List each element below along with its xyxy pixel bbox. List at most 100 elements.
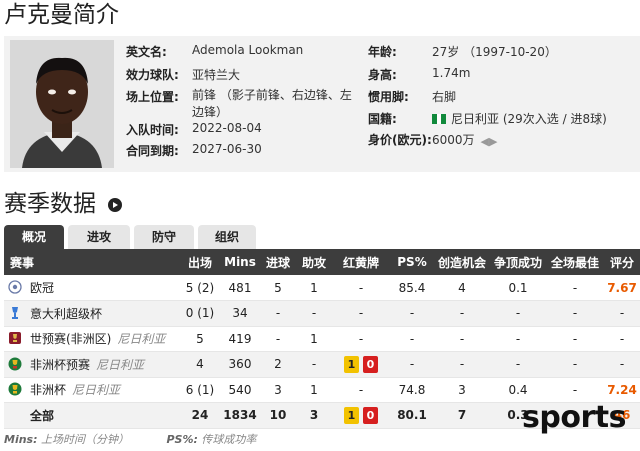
competition-name: 非洲杯 (30, 383, 67, 398)
mins-cell: 419 (220, 326, 260, 352)
red-card-badge: 0 (363, 406, 378, 424)
rating-cell: 7.24 (604, 377, 640, 403)
world-cup-qualifier-icon (9, 332, 21, 345)
apps-cell: 0 (1) (180, 300, 220, 327)
height-label: 身高: (368, 68, 397, 82)
col-competition: 赛事 (4, 249, 180, 275)
height-value: 1.74m (432, 66, 471, 80)
aerial-cell: - (490, 300, 546, 327)
motm-cell: - (546, 351, 604, 378)
aerial-cell: - (490, 326, 546, 352)
assists-cell: 1 (296, 377, 332, 403)
rating-cell: 7.67 (604, 275, 640, 301)
nationality-text: 尼日利亚 (29次入选 / 进8球) (451, 112, 607, 126)
apps-cell: 5 (2) (180, 275, 220, 301)
yellow-card-badge: 1 (344, 406, 359, 424)
pass-pct-cell: 85.4 (390, 275, 434, 301)
value-trend-icon[interactable]: ◀▶ (481, 135, 498, 148)
goals-cell: 2 (260, 351, 296, 378)
position-label: 场上位置: (126, 90, 179, 104)
aerial-cell: 0.1 (490, 275, 546, 301)
player-profile-card: 英文名: Ademola Lookman 效力球队: 亚特兰大 场上位置: 前锋… (4, 36, 640, 172)
pass-pct-cell: 74.8 (390, 377, 434, 403)
table-row: 非洲杯预赛 尼日利亚 4 360 2 - 10 - - - - - (4, 351, 640, 378)
competition-name: 非洲杯预赛 (30, 357, 91, 372)
table-row: 非洲杯 尼日利亚 6 (1) 540 3 1 - 74.8 3 0.4 - 7.2… (4, 377, 640, 403)
competition-cell[interactable]: 世预赛(非洲区) 尼日利亚 (4, 326, 180, 352)
competition-cell[interactable]: 欧冠 (4, 275, 180, 301)
chances-cell: - (434, 351, 490, 378)
team-name: 尼日利亚 (117, 332, 166, 347)
tab-organize[interactable]: 组织 (198, 225, 256, 249)
motm-cell: - (546, 275, 604, 301)
chances-cell: 7 (434, 402, 490, 429)
red-card-badge: 0 (363, 355, 378, 373)
competition-name: 意大利超级杯 (30, 306, 103, 321)
pass-pct-cell: - (390, 326, 434, 352)
motm-cell: - (546, 326, 604, 352)
mins-cell: 481 (220, 275, 260, 301)
rating-cell: - (604, 300, 640, 327)
col-rating: 评分 (604, 249, 640, 275)
team-name: 尼日利亚 (96, 357, 145, 372)
pass-pct-cell: - (390, 351, 434, 378)
mins-cell: 360 (220, 351, 260, 378)
club-value[interactable]: 亚特兰大 (192, 66, 240, 83)
mins-cell: 34 (220, 300, 260, 327)
english-name-label: 英文名: (126, 45, 167, 59)
col-chances: 创造机会 (434, 249, 490, 275)
competition-name: 世预赛(非洲区) (30, 332, 112, 347)
cards-cell: - (332, 275, 390, 301)
nationality-value[interactable]: 尼日利亚 (29次入选 / 进8球) (432, 110, 607, 127)
competition-cell[interactable]: 非洲杯 尼日利亚 (4, 377, 180, 403)
cards-cell: - (332, 300, 390, 327)
mins-cell: 1834 (220, 402, 260, 429)
english-name-value: Ademola Lookman (192, 43, 304, 57)
club-label: 效力球队: (126, 68, 179, 82)
tab-defense[interactable]: 防守 (134, 225, 194, 249)
col-cards: 红黄牌 (332, 249, 390, 275)
goals-cell: 10 (260, 402, 296, 429)
footnote-mins-desc: 上场时间（分钟） (41, 433, 129, 446)
cards-cell: - (332, 377, 390, 403)
arrow-right-circle-icon[interactable] (108, 198, 122, 212)
chances-cell: 4 (434, 275, 490, 301)
assists-cell: - (296, 351, 332, 378)
assists-cell: 3 (296, 402, 332, 429)
chances-cell: - (434, 300, 490, 327)
goals-cell: - (260, 300, 296, 327)
cards-cell: - (332, 326, 390, 352)
position-value: 前锋 （影子前锋、右边锋、左边锋） (192, 88, 352, 119)
assists-cell: 1 (296, 326, 332, 352)
table-row: 世预赛(非洲区) 尼日利亚 5 419 - 1 - - - - - - (4, 326, 640, 352)
team-name: 尼日利亚 (72, 383, 121, 398)
apps-cell: 4 (180, 351, 220, 378)
competition-cell[interactable]: 意大利超级杯 (4, 300, 180, 327)
sports-watermark: sports (522, 400, 626, 435)
goals-cell: 3 (260, 377, 296, 403)
motm-cell: - (546, 300, 604, 327)
nigeria-flag-icon (432, 114, 446, 124)
col-aerial: 争顶成功 (490, 249, 546, 275)
foot-label: 惯用脚: (368, 90, 409, 104)
goals-cell: 5 (260, 275, 296, 301)
tab-attack[interactable]: 进攻 (68, 225, 130, 249)
rating-cell: - (604, 351, 640, 378)
footnote-mins-key: Mins: (4, 433, 38, 446)
competition-name: 欧冠 (30, 281, 55, 295)
join-date-label: 入队时间: (126, 123, 179, 137)
goals-cell: - (260, 326, 296, 352)
mins-cell: 540 (220, 377, 260, 403)
page-title: 卢克曼简介 (4, 2, 119, 28)
market-value-text: 6000万 (432, 133, 475, 147)
footnote-ps-key: PS%: (166, 433, 198, 446)
apps-cell: 5 (180, 326, 220, 352)
chances-cell: 3 (434, 377, 490, 403)
motm-cell: - (546, 377, 604, 403)
tab-overview[interactable]: 概况 (4, 225, 64, 249)
competition-cell[interactable]: 非洲杯预赛 尼日利亚 (4, 351, 180, 378)
join-date-value: 2022-08-04 (192, 121, 262, 135)
player-photo (10, 40, 114, 168)
afcon-qualifier-icon (8, 357, 22, 371)
market-value-label: 身价(欧元): (368, 133, 432, 147)
